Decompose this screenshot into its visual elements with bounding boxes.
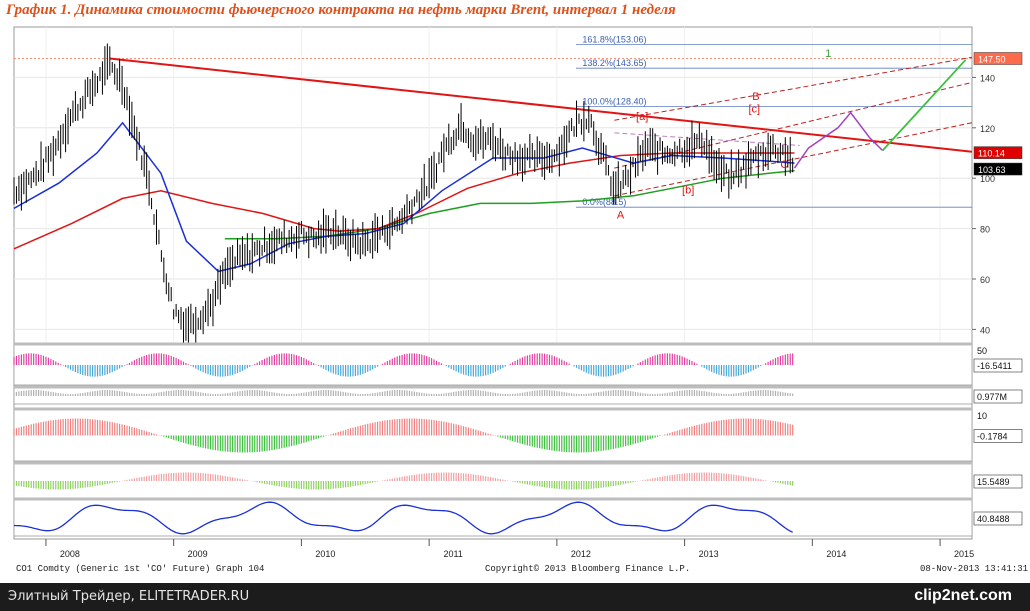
indicator-value: 15.5489 <box>977 477 1010 487</box>
fib-label: 138.2%(143.65) <box>582 58 646 68</box>
fib-label: 161.8%(153.06) <box>582 34 646 44</box>
y-tick-label: 140 <box>980 73 995 83</box>
chart-svg: 161.8%(153.06) 138.2%(143.65) 100.0%(128.4… <box>13 26 1028 574</box>
wave-label: 1 <box>825 48 831 60</box>
x-tick-label: 2011 <box>443 549 462 559</box>
footer-site-text: Элитный Трейдер, ELITETRADER.RU <box>8 589 250 604</box>
bottom-right-text: 08-Nov-2013 13:41:31 <box>920 564 1028 574</box>
wave-label: C <box>780 159 788 171</box>
y-axis: 40 60 80 100 120 140 <box>972 73 995 335</box>
wave-label: [c] <box>748 104 760 116</box>
x-tick-label: 2015 <box>954 549 974 559</box>
wave-label: [b] <box>682 184 694 196</box>
clip2net-logo-text: clip2net.com <box>914 587 1012 604</box>
bottom-left-text: CO1 Comdty (Generic 1st 'CO' Future) Gra… <box>16 564 264 574</box>
value-label-text: 147.50 <box>978 55 1006 65</box>
indicator-value: -0.1784 <box>977 432 1008 442</box>
indicator-value: 40.8488 <box>977 514 1010 524</box>
x-tick-label: 2009 <box>188 549 208 559</box>
x-tick-label: 2013 <box>699 549 719 559</box>
value-label-text: 110.14 <box>978 149 1005 159</box>
indicator-value: 10 <box>977 411 987 421</box>
right-value-labels: 147.50 110.14 103.63 <box>973 52 1023 176</box>
x-tick-label: 2010 <box>315 549 335 559</box>
x-axis: 2008 2009 2010 2011 2012 2013 2014 2015 <box>45 539 974 559</box>
value-label-text: 103.63 <box>978 165 1006 175</box>
bottom-info-bar: CO1 Comdty (Generic 1st 'CO' Future) Gra… <box>16 564 1028 574</box>
wave-label: B <box>752 91 759 103</box>
y-tick-label: 40 <box>980 325 990 335</box>
indicator-panels: 50 -16.5411 0.977M 10 -0.1784 15.5489 40.8488 <box>13 342 1023 537</box>
fib-label: 100.0%(128.40) <box>582 97 646 107</box>
bottom-center-text: Copyright© 2013 Bloomberg Finance L.P. <box>485 564 690 574</box>
wave-label: A <box>617 210 625 222</box>
y-tick-label: 120 <box>980 124 995 134</box>
chart-title: График 1. Динамика стоимости фьючерсного… <box>6 2 676 18</box>
indicator-value: -16.5411 <box>977 361 1012 371</box>
indicator-panel <box>13 499 973 537</box>
y-tick-label: 100 <box>980 174 995 184</box>
indicator-value: 50 <box>977 346 987 356</box>
x-tick-label: 2008 <box>60 549 80 559</box>
y-tick-label: 60 <box>980 275 990 285</box>
x-tick-label: 2014 <box>826 549 846 559</box>
indicator-value: 0.977M <box>977 392 1007 402</box>
footer-logo[interactable]: clip2net.com <box>914 587 1012 605</box>
footer-bar: Элитный Трейдер, ELITETRADER.RU clip2net… <box>0 583 1030 611</box>
x-tick-label: 2012 <box>571 549 591 559</box>
y-tick-label: 80 <box>980 225 990 235</box>
wave-label: [a] <box>636 111 648 123</box>
